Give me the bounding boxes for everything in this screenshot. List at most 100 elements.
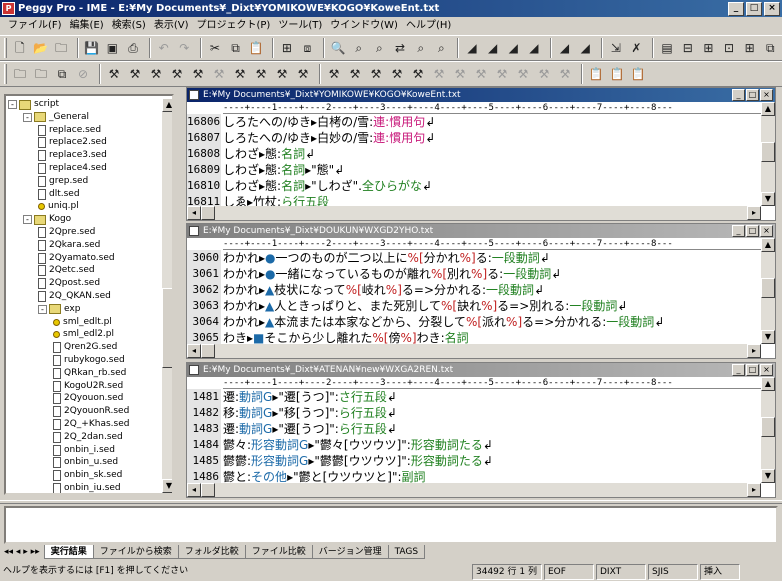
toolbar-grip[interactable]	[4, 64, 7, 84]
editor-minimize-button[interactable]: _	[732, 364, 745, 376]
tree-item[interactable]: replace.sed	[38, 124, 101, 137]
editor-line[interactable]: 3065 わき ▸ ■ そこから少し離れた %[傍%] わき: 名詞	[187, 330, 761, 344]
tree-item[interactable]: grep.sed	[38, 175, 88, 188]
tree-item[interactable]: replace4.sed	[38, 162, 107, 175]
menu-item[interactable]: ツール(T)	[274, 18, 326, 34]
tree-item[interactable]: sml_edl2.pl	[53, 328, 114, 341]
bookmark-set-icon[interactable]: ◢	[463, 39, 481, 57]
tool-22-icon[interactable]: ⚒	[556, 65, 574, 83]
tree-item[interactable]: - exp	[38, 303, 80, 316]
save-all-icon[interactable]: ▣	[104, 39, 122, 57]
print-icon[interactable]: ⎙	[124, 39, 142, 57]
tool-3-icon[interactable]: ⚒	[147, 65, 165, 83]
editor-minimize-button[interactable]: _	[732, 225, 745, 237]
stop-icon[interactable]: ⊘	[74, 65, 92, 83]
tool-19-icon[interactable]: ⚒	[493, 65, 511, 83]
editor-horizontal-scrollbar[interactable]: ◂ ▸	[187, 206, 761, 220]
tool-11-icon[interactable]: ⚒	[325, 65, 343, 83]
editor-maximize-button[interactable]: □	[746, 225, 759, 237]
tree-item[interactable]: 2Qyamato.sed	[38, 252, 115, 265]
tree-item[interactable]: 2Q_2dan.sed	[53, 431, 123, 444]
tree-item[interactable]: - Kogo	[23, 213, 71, 226]
scroll-up-button[interactable]: ▲	[761, 102, 775, 116]
editor-close-button[interactable]: ×	[760, 225, 773, 237]
view-list-icon[interactable]: ▤	[658, 39, 676, 57]
grep-icon[interactable]: ⌕	[433, 39, 451, 57]
tree-item[interactable]: 2QyouonR.sed	[53, 405, 129, 418]
output-tab[interactable]: ファイル比較	[244, 545, 313, 559]
maximize-button[interactable]: □	[746, 2, 762, 16]
find-prev-icon[interactable]: ⌕	[371, 39, 389, 57]
tag-clear-icon[interactable]: ✗	[628, 39, 646, 57]
editor-line[interactable]: 3061 わかれ ▸ ● 一緒になっているものが離れ %[別れ%] る: 一段動詞 ↲	[187, 266, 761, 282]
editor-maximize-button[interactable]: □	[746, 364, 759, 376]
tree-scrollbar[interactable]: ▲ ▼	[162, 98, 172, 493]
bookmark-next-icon[interactable]: ◢	[484, 39, 502, 57]
tool-12-icon[interactable]: ⚒	[346, 65, 364, 83]
output-tab[interactable]: 実行結果	[43, 545, 94, 559]
run-folder-icon[interactable]: 🗀	[11, 65, 29, 83]
scroll-down-button[interactable]: ▼	[761, 192, 775, 206]
editor-line[interactable]: 3064 わかれ ▸ ▲ 本流または本家などから、分裂して %[派れ%] る=>分かれる: 一…	[187, 314, 761, 330]
view-split-h-icon[interactable]: ⊞	[700, 39, 718, 57]
menu-item[interactable]: 検索(S)	[108, 18, 150, 34]
tree-item[interactable]: 2Q_QKAN.sed	[38, 290, 111, 303]
tool-7-icon[interactable]: ⚒	[231, 65, 249, 83]
editor-text-area[interactable]: 3060 わかれ ▸ ● 一つのものが二つ以上に %[分かれ%] る: 一段動詞 ↲ 3061 わか…	[187, 250, 761, 344]
editor-line[interactable]: 16809 しわざ ▸ 態: 名詞 ▸"態" ↲	[187, 162, 761, 178]
editor-line[interactable]: 3062 わかれ ▸ ▲ 枝状になって %[岐れ%] る=>分かれる: 一段動詞 ↲	[187, 282, 761, 298]
open-project-icon[interactable]: 🗀	[52, 39, 70, 57]
expand-toggle[interactable]: -	[38, 304, 47, 314]
clip-3-icon[interactable]: 📋	[629, 65, 647, 83]
replace-icon[interactable]: ⇄	[391, 39, 409, 57]
bookmark-clear-icon[interactable]: ◢	[525, 39, 543, 57]
editor-minimize-button[interactable]: _	[732, 89, 745, 101]
editor-window[interactable]: E:¥My Documents¥_Dixt¥YOMIKOWE¥KOGO¥Kowe…	[186, 87, 776, 221]
scroll-left-button[interactable]: ◂	[187, 206, 201, 220]
output-tab[interactable]: フォルダ比較	[177, 545, 246, 559]
tree-item[interactable]: onbin_u.sed	[53, 456, 118, 469]
scroll-right-button[interactable]: ▸	[747, 483, 761, 497]
find-in-files-icon[interactable]: ⌕	[412, 39, 430, 57]
scroll-right-button[interactable]: ▸	[747, 344, 761, 358]
tool-14-icon[interactable]: ⚒	[388, 65, 406, 83]
editor-close-button[interactable]: ×	[760, 89, 773, 101]
editor-title-bar[interactable]: E:¥My Documents¥_Dixt¥ATENAN¥new¥WXGA2RE…	[187, 363, 775, 377]
scroll-down-button[interactable]: ▼	[761, 469, 775, 483]
find-next-icon[interactable]: ⌕	[350, 39, 368, 57]
scroll-thumb[interactable]	[761, 142, 775, 162]
bookmark-prev-icon[interactable]: ◢	[504, 39, 522, 57]
tree-item[interactable]: 2Q_+Khas.sed	[53, 418, 129, 431]
pane-splitter[interactable]	[0, 500, 782, 504]
tree-item[interactable]: - _General	[23, 111, 89, 124]
tool-13-icon[interactable]: ⚒	[367, 65, 385, 83]
editor-title-bar[interactable]: E:¥My Documents¥_Dixt¥DOUKUN¥WXGD2YHO.tx…	[187, 224, 775, 238]
menu-item[interactable]: 表示(V)	[150, 18, 193, 34]
editor-line[interactable]: 16806 しろたへの/ゆき ▸ 白栲の/雪: 連:慣用句 ↲	[187, 114, 761, 130]
tab-scroll-arrows[interactable]: ◂◂ ◂ ▸ ▸▸	[4, 547, 40, 557]
scroll-thumb[interactable]	[201, 483, 215, 497]
tool-21-icon[interactable]: ⚒	[535, 65, 553, 83]
clip-1-icon[interactable]: 📋	[587, 65, 605, 83]
tree-item[interactable]: replace3.sed	[38, 149, 107, 162]
cascade-icon[interactable]: ⧉	[761, 39, 779, 57]
editor-line[interactable]: 1482 移: 動詞G ▸ "移[うつ]": ら行五段 ↲	[187, 405, 761, 421]
editor-text-area[interactable]: 1481 遷: 動詞G ▸ "遷[うつ]": さ行五段 ↲ 1482 移: 動詞G ▸ "移[うつ]"…	[187, 389, 761, 483]
tool-6-icon[interactable]: ⚒	[210, 65, 228, 83]
tree-item[interactable]: uniq.pl	[38, 200, 79, 213]
output-tab[interactable]: ファイルから検索	[92, 545, 179, 559]
tree-item[interactable]: 2Qpre.sed	[38, 226, 95, 239]
editor-horizontal-scrollbar[interactable]: ◂ ▸	[187, 483, 761, 497]
editor-line[interactable]: 1481 遷: 動詞G ▸ "遷[うつ]": さ行五段 ↲	[187, 389, 761, 405]
tree-item[interactable]: onbin_iu.sed	[53, 482, 121, 493]
editor-line[interactable]: 16808 しわざ ▸ 態: 名詞 ↲	[187, 146, 761, 162]
tree-item[interactable]: Qren2G.sed	[53, 341, 117, 354]
tool-17-icon[interactable]: ⚒	[451, 65, 469, 83]
clip-2-icon[interactable]: 📋	[608, 65, 626, 83]
editor-line[interactable]: 16811 しゑ ▸ 竹杖: ら行五段	[187, 194, 761, 206]
editor-vertical-scrollbar[interactable]: ▲ ▼	[761, 377, 775, 483]
editor-horizontal-scrollbar[interactable]: ◂ ▸	[187, 344, 761, 358]
tree-item[interactable]: QRkan_rb.sed	[53, 367, 126, 380]
menu-item[interactable]: 編集(E)	[66, 18, 108, 34]
editor-line[interactable]: 1485 鬱鬱: 形容動詞G ▸ "鬱鬱[ウツウツ]": 形容動詞たる ↲	[187, 453, 761, 469]
